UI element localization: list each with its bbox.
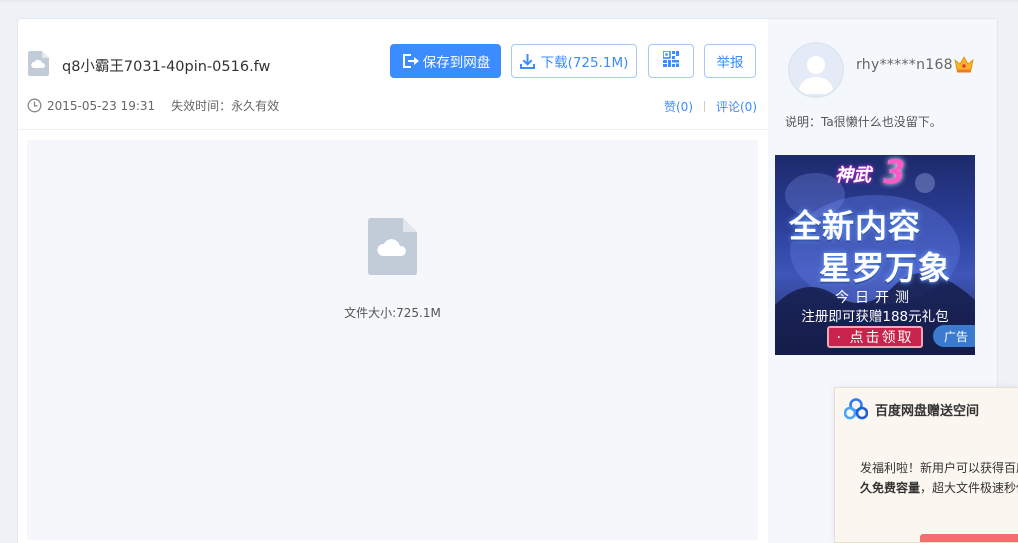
expire-text: 失效时间：永久有效 (171, 99, 280, 113)
promo-text-bold: 久免费容量 (860, 481, 921, 495)
promo-text-line2: 久免费容量，超大文件极速秒传 (860, 478, 1018, 498)
action-separator (704, 101, 705, 112)
download-button[interactable]: 下载(725.1M) (511, 44, 637, 78)
download-icon (519, 53, 535, 69)
username[interactable]: rhy*****n168 (856, 57, 953, 73)
qrcode-icon (662, 50, 679, 71)
crown-icon (954, 56, 974, 73)
comment-link[interactable]: 评论(0) (716, 98, 757, 115)
user-avatar-icon (790, 44, 842, 96)
file-meta: 2015-05-23 19:31 失效时间：永久有效 (27, 97, 279, 114)
promo-header: 百度网盘赠送空间 (844, 398, 979, 420)
promo-action-button[interactable] (920, 534, 1018, 542)
ad-badge: 广告 (933, 325, 975, 347)
ad-claim-button[interactable]: · 点击领取 (827, 326, 923, 348)
header-divider (18, 129, 767, 130)
baidu-netdisk-logo-icon (844, 398, 868, 420)
file-preview-area: 文件大小:725.1M (27, 140, 758, 540)
clock-icon (27, 98, 42, 113)
ad-headline-2: 星罗万象 (819, 249, 952, 287)
file-size: 文件大小:725.1M (344, 306, 441, 320)
cloud-file-icon (368, 218, 417, 275)
ad-game-logo-number: 3 (883, 155, 906, 191)
top-divider (0, 0, 1018, 2)
save-to-netdisk-button[interactable]: 保存到网盘 (390, 44, 501, 78)
file-name: q8小霸王7031-40pin-0516.fw (62, 59, 271, 75)
save-button-label: 保存到网盘 (422, 55, 491, 71)
ad-game-logo: 神武 (835, 165, 871, 186)
netdisk-promo-popup: 百度网盘赠送空间 发福利啦！新用户可以获得百度网盘永 久免费容量，超大文件极速秒… (834, 387, 1018, 543)
ad-subline: 今日开测 (835, 290, 915, 306)
download-button-label: 下载(725.1M) (540, 55, 629, 71)
qrcode-button[interactable] (648, 44, 694, 78)
promo-text: 发福利啦！新用户可以获得百度网盘永 久免费容量，超大文件极速秒传 (860, 458, 1018, 498)
game-ad-banner[interactable]: 神武 3 全新内容 星罗万象 今日开测 注册即可获赠188元礼包 · 点击领取 … (775, 155, 975, 355)
save-icon (401, 53, 419, 69)
user-description: 说明：Ta很懒什么也没留下。 (785, 115, 942, 129)
promo-text-rest: ，超大文件极速秒传 (920, 481, 1018, 495)
avatar[interactable] (788, 42, 844, 98)
like-link[interactable]: 赞(0) (664, 98, 693, 115)
report-button[interactable]: 举报 (704, 44, 756, 78)
social-actions: 赞(0) 评论(0) (664, 98, 757, 115)
ad-headline-1: 全新内容 (789, 207, 922, 245)
ad-offer: 注册即可获赠188元礼包 (801, 309, 949, 325)
upload-date: 2015-05-23 19:31 (47, 98, 156, 113)
promo-text-line1: 发福利啦！新用户可以获得百度网盘永 (860, 461, 1018, 475)
promo-title: 百度网盘赠送空间 (875, 403, 980, 419)
file-icon (28, 51, 49, 76)
